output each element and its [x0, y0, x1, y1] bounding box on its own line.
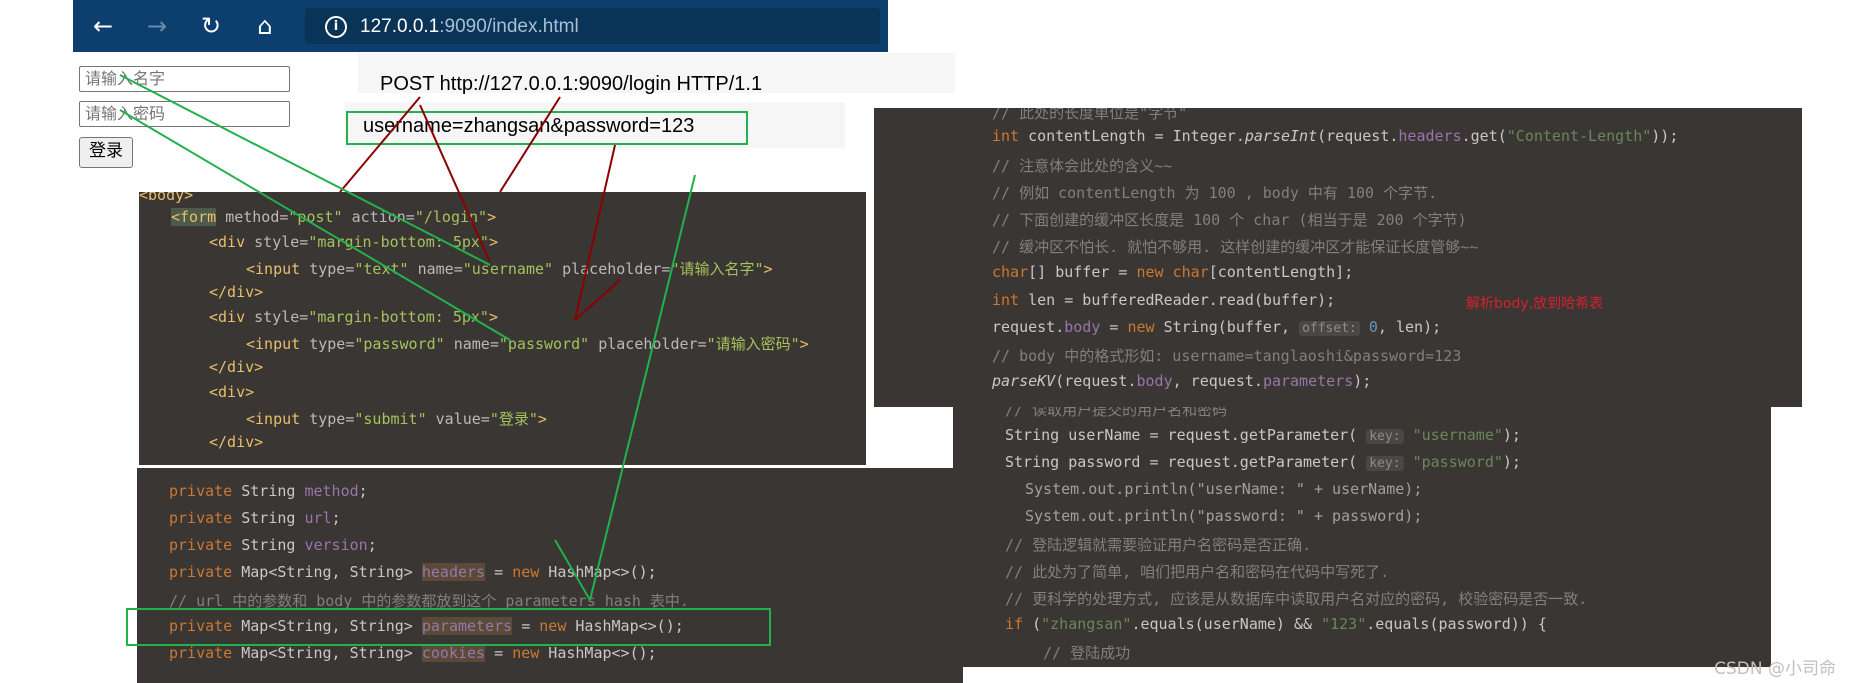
arrow-line: [119, 74, 491, 266]
parameters-highlight-box: [126, 608, 771, 646]
arrow-line: [554, 539, 591, 601]
arrow-line: [419, 104, 491, 263]
annotation-overlay: [119, 74, 771, 646]
arrow-line: [589, 174, 696, 601]
watermark: CSDN @小司命: [1714, 659, 1836, 679]
arrow-line: [574, 144, 616, 321]
